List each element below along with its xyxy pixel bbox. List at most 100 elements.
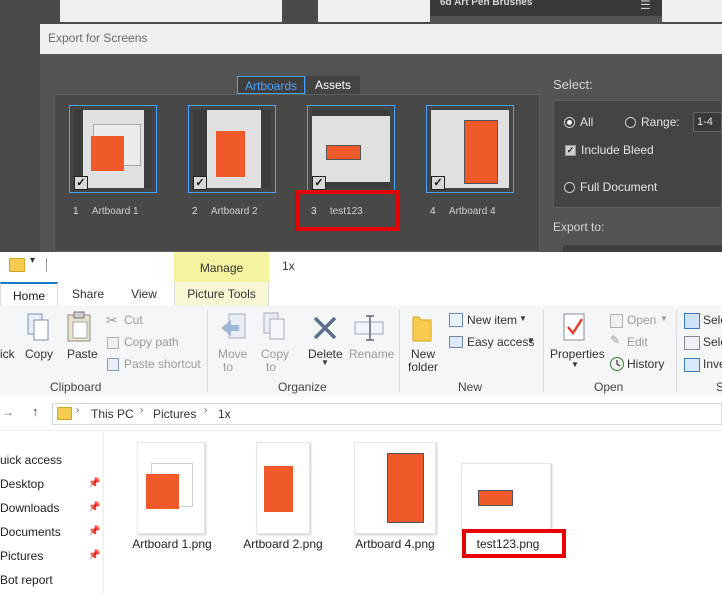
checkbox-icon[interactable]: ✓ [74, 176, 88, 190]
new-item-button[interactable]: New item [467, 313, 517, 327]
tab-manage[interactable]: Manage [174, 252, 269, 282]
checkbox-icon[interactable]: ✓ [312, 176, 326, 190]
breadcrumb-this-pc[interactable]: This PC [91, 407, 134, 421]
file-thumbnail-test123[interactable] [461, 463, 551, 531]
forward-arrow-icon[interactable]: → [2, 405, 14, 419]
easy-access-icon [449, 336, 463, 348]
folder-icon[interactable] [9, 258, 25, 272]
group-divider [207, 310, 208, 392]
radio-range-label: Range: [641, 115, 680, 129]
rename-button[interactable]: Rename [349, 347, 394, 361]
chevron-down-icon[interactable]: ▼ [527, 336, 535, 345]
checkbox-icon[interactable]: ✓ [431, 176, 445, 190]
pin-icon: 📌 [88, 478, 101, 489]
breadcrumb-1x[interactable]: 1x [218, 407, 231, 421]
chevron-down-icon[interactable]: ▼ [571, 360, 579, 369]
artboard-number: 1 [73, 206, 79, 217]
file-thumbnail-artboard-2[interactable] [256, 442, 310, 534]
paste-shortcut-icon [107, 358, 119, 371]
chevron-right-icon[interactable]: › [140, 405, 143, 416]
scissors-icon: ✂ [106, 312, 118, 328]
breadcrumb-pictures[interactable]: Pictures [153, 407, 196, 421]
copy-to-dropdown[interactable]: to [266, 360, 276, 374]
tab-picture-tools[interactable]: Picture Tools [174, 282, 269, 306]
chevron-right-icon[interactable]: › [76, 405, 79, 416]
delete-icon [313, 316, 337, 340]
easy-access-button[interactable]: Easy access [467, 335, 534, 349]
paste-button[interactable]: Paste [67, 347, 98, 361]
history-button[interactable]: History [627, 357, 664, 371]
select-none-button[interactable]: Sele [703, 335, 722, 349]
new-folder-button-line2[interactable]: folder [408, 360, 438, 374]
cut-button[interactable]: Cut [124, 313, 143, 327]
chevron-down-icon[interactable]: ▼ [519, 314, 527, 323]
artboard-thumbnail-3[interactable]: ✓ [307, 105, 395, 193]
move-to-dropdown[interactable]: to [223, 360, 233, 374]
artwork-rect [91, 136, 124, 171]
panel-menu-icon[interactable]: ☰ [640, 0, 651, 12]
nav-item-downloads[interactable]: Downloads [0, 501, 59, 515]
artboard-thumbnail-2[interactable]: ✓ [188, 105, 276, 193]
open-button[interactable]: Open [627, 313, 656, 327]
chevron-right-icon[interactable]: › [204, 405, 207, 416]
artboard-name[interactable]: Artboard 2 [211, 206, 258, 217]
file-thumbnail-artboard-4[interactable] [354, 442, 436, 534]
radio-full-document[interactable] [564, 182, 575, 193]
copy-path-button[interactable]: Copy path [124, 335, 179, 349]
file-thumbnail-artboard-1[interactable] [137, 442, 205, 534]
folder-icon [57, 407, 72, 420]
tab-share[interactable]: Share [62, 282, 114, 306]
nav-item-quick-access[interactable]: uick access [0, 453, 62, 467]
dialog-titlebar[interactable]: Export for Screens [40, 24, 722, 55]
new-item-icon [449, 313, 463, 327]
chevron-down-icon[interactable]: ▼ [321, 358, 329, 367]
nav-item-pictures[interactable]: Pictures [0, 549, 43, 563]
move-to-button[interactable]: Move [218, 347, 247, 361]
copy-button[interactable]: Copy [25, 347, 53, 361]
artboard-name[interactable]: Artboard 1 [92, 206, 139, 217]
canvas-strip [60, 0, 282, 22]
history-icon [610, 357, 624, 371]
chevron-down-icon[interactable]: ▼ [660, 314, 668, 323]
nav-item-bot-report[interactable]: Bot report [0, 573, 53, 587]
paste-shortcut-button[interactable]: Paste shortcut [124, 357, 201, 371]
select-all-button[interactable]: Sele [703, 313, 722, 327]
export-to-field[interactable] [563, 245, 722, 252]
tab-view[interactable]: View [118, 282, 170, 306]
properties-button[interactable]: Properties [550, 347, 605, 361]
tab-artboards[interactable]: Artboards [237, 76, 305, 94]
dialog-title: Export for Screens [48, 31, 148, 45]
up-arrow-icon[interactable]: ↑ [32, 404, 39, 419]
radio-range[interactable] [625, 117, 636, 128]
pin-icon: 📌 [88, 550, 101, 561]
copy-to-button[interactable]: Copy [261, 347, 289, 361]
group-label-clipboard: Clipboard [50, 380, 102, 394]
tab-home[interactable]: Home [0, 282, 58, 306]
edit-button[interactable]: Edit [627, 335, 648, 349]
range-input[interactable]: 1-4 [693, 112, 722, 132]
include-bleed-checkbox[interactable]: ✓ [565, 145, 576, 156]
tab-assets[interactable]: Assets [306, 76, 360, 94]
brushes-panel-body [430, 16, 662, 24]
pin-to-quick-access-button[interactable]: ick [0, 347, 15, 361]
radio-all[interactable] [564, 117, 575, 128]
nav-item-desktop[interactable]: Desktop [0, 477, 44, 491]
new-folder-button[interactable]: New [411, 347, 435, 361]
nav-item-documents[interactable]: Documents [0, 525, 61, 539]
artwork-rect [387, 453, 424, 523]
artboard-thumbnail-4[interactable]: ✓ [426, 105, 514, 193]
group-label-select: S [716, 380, 722, 394]
artwork-rect [264, 466, 293, 512]
select-none-icon [684, 336, 700, 350]
invert-selection-button[interactable]: Inve [703, 357, 722, 371]
file-name-artboard-2[interactable]: Artboard 2.png [238, 537, 328, 551]
artboard-name[interactable]: Artboard 4 [449, 206, 496, 217]
copy-to-icon [263, 312, 285, 340]
group-label-organize: Organize [278, 380, 327, 394]
qat-dropdown-icon[interactable]: ▾ [30, 255, 35, 266]
checkbox-icon[interactable]: ✓ [193, 176, 207, 190]
copy-icon [27, 313, 49, 341]
file-name-artboard-1[interactable]: Artboard 1.png [127, 537, 217, 551]
file-name-artboard-4[interactable]: Artboard 4.png [350, 537, 440, 551]
artboard-thumbnail-1[interactable]: ✓ [69, 105, 157, 193]
